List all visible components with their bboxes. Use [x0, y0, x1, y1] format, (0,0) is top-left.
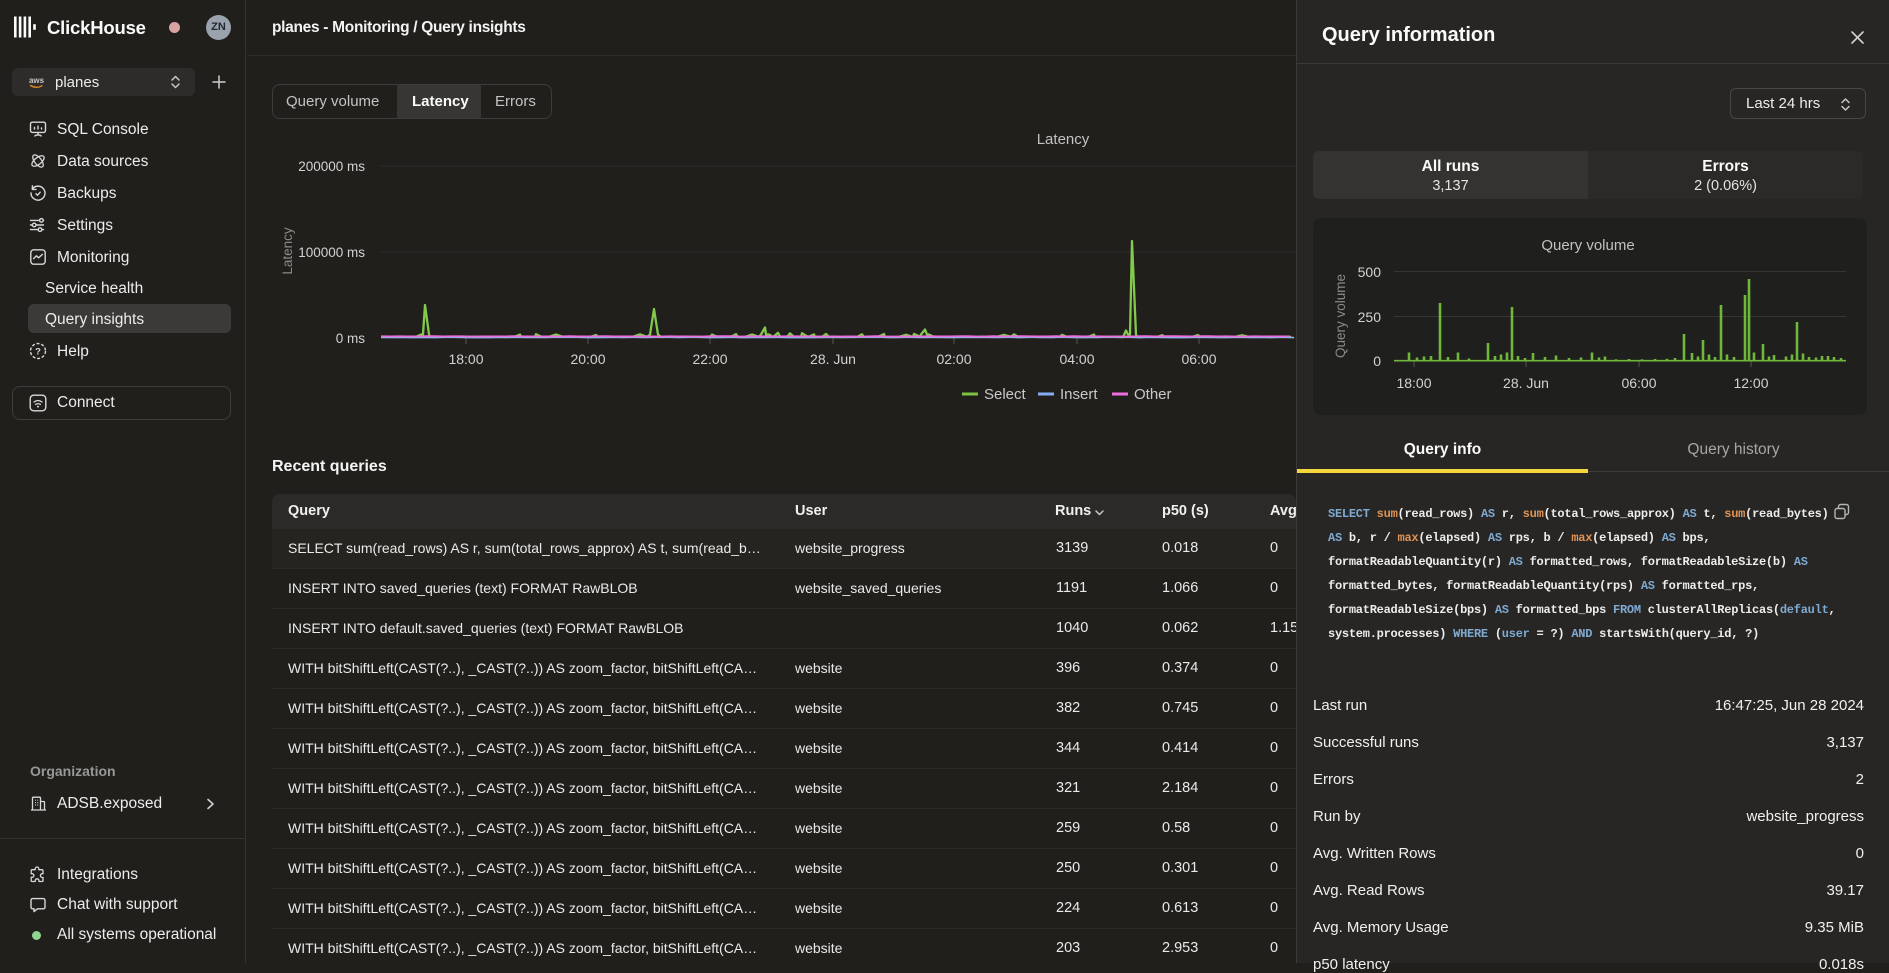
svg-text:18:00: 18:00 — [448, 351, 483, 367]
svg-text:12:00: 12:00 — [1733, 375, 1768, 391]
svg-text:28. Jun: 28. Jun — [1503, 375, 1549, 391]
svg-text:28. Jun: 28. Jun — [810, 351, 856, 367]
svg-text:18:00: 18:00 — [1396, 375, 1431, 391]
svg-text:Select: Select — [984, 386, 1027, 403]
svg-text:20:00: 20:00 — [570, 351, 605, 367]
svg-text:100000 ms: 100000 ms — [298, 245, 365, 260]
svg-text:22:00: 22:00 — [692, 351, 727, 367]
svg-text:06:00: 06:00 — [1621, 375, 1656, 391]
svg-text:250: 250 — [1358, 309, 1382, 325]
svg-text:06:00: 06:00 — [1181, 351, 1216, 367]
svg-text:Latency: Latency — [1037, 131, 1090, 148]
svg-text:0 ms: 0 ms — [336, 331, 366, 346]
svg-text:Query volume: Query volume — [1333, 274, 1348, 358]
svg-text:200000 ms: 200000 ms — [298, 159, 365, 174]
svg-text:Query volume: Query volume — [1541, 237, 1634, 254]
svg-text:02:00: 02:00 — [936, 351, 971, 367]
svg-text:?: ? — [35, 347, 41, 358]
svg-text:Other: Other — [1134, 386, 1172, 403]
svg-text:04:00: 04:00 — [1059, 351, 1094, 367]
svg-text:aws: aws — [29, 76, 45, 85]
svg-text:Latency: Latency — [280, 227, 295, 275]
svg-text:0: 0 — [1373, 353, 1381, 369]
svg-text:500: 500 — [1358, 264, 1382, 280]
svg-text:Insert: Insert — [1060, 386, 1098, 403]
